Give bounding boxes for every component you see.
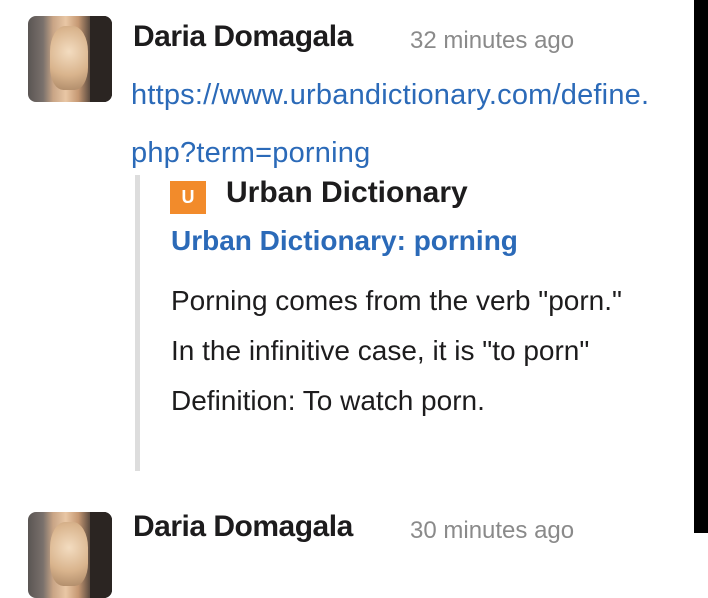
avatar[interactable] bbox=[28, 16, 112, 102]
avatar-photo bbox=[50, 26, 88, 90]
unfurl-bar bbox=[135, 175, 140, 471]
window-edge bbox=[694, 0, 708, 533]
unfurl-service-name: Urban Dictionary bbox=[226, 176, 468, 209]
urban-dictionary-logo-icon: U bbox=[170, 181, 206, 214]
unfurl-title-link[interactable]: Urban Dictionary: porning bbox=[171, 225, 518, 257]
sender-name[interactable]: Daria Domagala bbox=[133, 510, 353, 544]
message-link[interactable]: https://www.urbandictionary.com/define.p… bbox=[131, 66, 651, 182]
avatar-background bbox=[90, 512, 112, 598]
unfurl-description: Porning comes from the verb "porn." In t… bbox=[171, 285, 622, 416]
avatar-photo bbox=[50, 522, 88, 586]
avatar-background bbox=[90, 16, 112, 102]
message-timestamp[interactable]: 30 minutes ago bbox=[410, 517, 574, 545]
avatar[interactable] bbox=[28, 512, 112, 598]
message-timestamp[interactable]: 32 minutes ago bbox=[410, 27, 574, 55]
sender-name[interactable]: Daria Domagala bbox=[133, 20, 353, 54]
